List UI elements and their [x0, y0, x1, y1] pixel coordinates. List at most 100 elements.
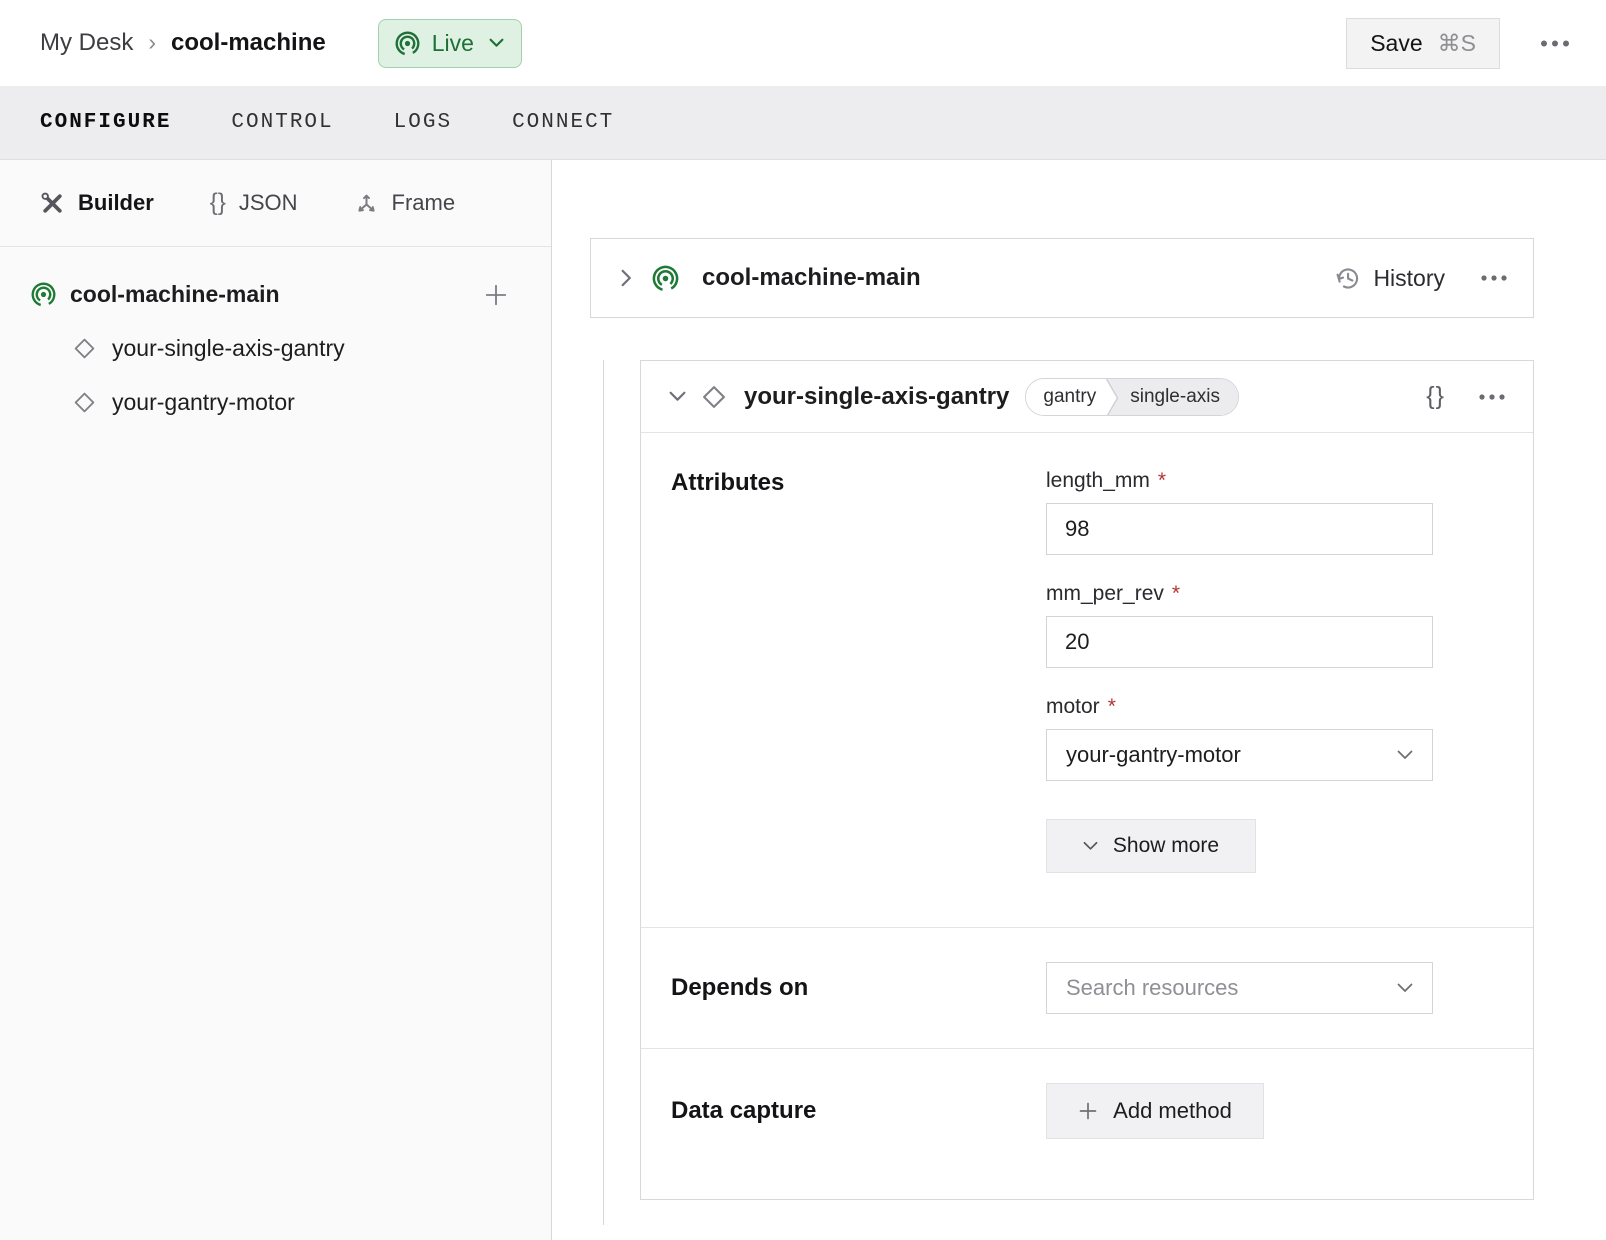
machine-part-card: cool-machine-main History	[590, 238, 1534, 318]
live-status-label: Live	[432, 30, 474, 57]
chevron-down-icon	[1083, 841, 1098, 851]
required-asterisk: *	[1158, 469, 1166, 493]
add-method-label: Add method	[1113, 1098, 1232, 1124]
motor-select-value: your-gantry-motor	[1066, 742, 1241, 768]
view-frame[interactable]: Frame	[354, 190, 456, 216]
add-method-button[interactable]: Add method	[1046, 1083, 1264, 1139]
field-label: motor *	[1046, 695, 1433, 719]
live-status-dropdown[interactable]: Live	[378, 19, 522, 68]
view-json[interactable]: {} JSON	[210, 189, 298, 217]
tree-item-machine-part[interactable]: cool-machine-main	[30, 281, 509, 308]
breadcrumb-machine-name: cool-machine	[171, 29, 326, 57]
component-title: your-single-axis-gantry	[744, 383, 1009, 411]
depends-on-search-select[interactable]: Search resources	[1046, 962, 1433, 1014]
field-label-text: motor	[1046, 695, 1100, 719]
live-signal-icon	[30, 281, 57, 308]
live-signal-icon	[651, 264, 680, 293]
machine-tab-bar: CONFIGURE CONTROL LOGS CONNECT	[0, 86, 1606, 160]
tree-item-gantry[interactable]: your-single-axis-gantry	[30, 335, 509, 362]
tree-item-label: your-single-axis-gantry	[112, 335, 345, 362]
history-button[interactable]: History	[1334, 265, 1445, 292]
tree-item-motor[interactable]: your-gantry-motor	[30, 389, 509, 416]
motor-select[interactable]: your-gantry-motor	[1046, 729, 1433, 781]
tab-configure[interactable]: CONFIGURE	[40, 111, 171, 134]
plus-icon	[1078, 1101, 1098, 1121]
save-button[interactable]: Save ⌘S	[1346, 18, 1500, 69]
topbar-right: Save ⌘S	[1346, 18, 1570, 69]
badge-model-label: single-axis	[1120, 379, 1238, 415]
tree-item-label: your-gantry-motor	[112, 389, 295, 416]
history-clock-icon	[1334, 265, 1361, 292]
field-label-text: mm_per_rev	[1046, 582, 1164, 606]
view-json-label: JSON	[239, 190, 298, 216]
badge-type-label: gantry	[1026, 379, 1105, 415]
badge-chevron-divider	[1105, 379, 1120, 415]
gantry-component-card: your-single-axis-gantry gantry single-ax…	[640, 360, 1534, 1200]
depends-on-placeholder: Search resources	[1066, 975, 1238, 1001]
attributes-fields: length_mm * mm_per_rev *	[1046, 469, 1433, 873]
tools-icon	[40, 191, 65, 216]
save-label: Save	[1370, 30, 1422, 57]
view-builder-label: Builder	[78, 190, 154, 216]
json-toggle-braces-icon[interactable]: {}	[1426, 382, 1445, 411]
top-bar: My Desk › cool-machine Live Save ⌘S	[0, 0, 1606, 86]
chevron-down-icon	[489, 38, 504, 48]
component-diamond-icon	[72, 390, 97, 415]
view-builder[interactable]: Builder	[40, 190, 154, 216]
field-length-mm: length_mm *	[1046, 469, 1433, 555]
chevron-down-icon	[1397, 750, 1413, 760]
machine-part-title: cool-machine-main	[702, 264, 921, 292]
data-capture-fields: Add method	[1046, 1083, 1433, 1139]
length-mm-input[interactable]	[1046, 503, 1433, 555]
component-diamond-icon	[700, 383, 728, 411]
attributes-section: Attributes length_mm * mm_per_rev	[641, 433, 1533, 928]
save-shortcut-hint: ⌘S	[1438, 30, 1476, 57]
breadcrumb-parent[interactable]: My Desk	[40, 29, 133, 57]
braces-icon: {}	[210, 189, 226, 217]
field-label: mm_per_rev *	[1046, 582, 1433, 606]
data-capture-heading: Data capture	[671, 1097, 1046, 1125]
topbar-left: My Desk › cool-machine Live	[40, 19, 522, 68]
field-label-text: length_mm	[1046, 469, 1150, 493]
chevron-down-icon	[1397, 983, 1413, 993]
component-diamond-icon	[72, 336, 97, 361]
tab-control[interactable]: CONTROL	[231, 111, 333, 134]
component-card-actions: {}	[1426, 382, 1505, 411]
component-type-badge: gantry single-axis	[1025, 378, 1239, 416]
add-component-plus-icon[interactable]	[483, 282, 509, 308]
chevron-right-icon[interactable]	[621, 269, 632, 287]
config-sidebar: Builder {} JSON Frame	[0, 160, 552, 1240]
show-more-button[interactable]: Show more	[1046, 819, 1256, 873]
breadcrumb-separator: ›	[148, 29, 156, 56]
history-label: History	[1373, 265, 1445, 292]
chevron-down-icon[interactable]	[669, 391, 686, 402]
config-view-switcher: Builder {} JSON Frame	[0, 160, 551, 247]
depends-on-fields: Search resources	[1046, 962, 1433, 1014]
live-signal-icon	[394, 30, 421, 57]
component-menu-ellipsis-icon[interactable]	[1479, 394, 1505, 400]
mm-per-rev-input[interactable]	[1046, 616, 1433, 668]
view-frame-label: Frame	[392, 190, 456, 216]
content-area: Builder {} JSON Frame	[0, 160, 1606, 1240]
data-capture-section: Data capture Add method	[641, 1049, 1533, 1199]
depends-on-section: Depends on Search resources	[641, 928, 1533, 1049]
attributes-heading: Attributes	[671, 469, 1046, 873]
required-asterisk: *	[1108, 695, 1116, 719]
depends-on-heading: Depends on	[671, 974, 1046, 1002]
machine-menu-ellipsis-icon[interactable]	[1540, 40, 1570, 47]
tab-connect[interactable]: CONNECT	[512, 111, 614, 134]
part-menu-ellipsis-icon[interactable]	[1481, 275, 1507, 281]
field-mm-per-rev: mm_per_rev *	[1046, 582, 1433, 668]
machine-card-actions: History	[1334, 265, 1507, 292]
field-label: length_mm *	[1046, 469, 1433, 493]
required-asterisk: *	[1172, 582, 1180, 606]
component-card-wrapper: your-single-axis-gantry gantry single-ax…	[590, 360, 1534, 1200]
breadcrumb: My Desk › cool-machine	[40, 29, 326, 57]
tree-item-label: cool-machine-main	[70, 281, 470, 308]
frame-axes-icon	[354, 191, 379, 216]
resource-tree: cool-machine-main your-single-axis-gantr…	[0, 247, 551, 416]
field-motor: motor * your-gantry-motor	[1046, 695, 1433, 781]
config-main-panel: cool-machine-main History	[552, 160, 1606, 1240]
component-card-header: your-single-axis-gantry gantry single-ax…	[641, 361, 1533, 433]
tab-logs[interactable]: LOGS	[394, 111, 452, 134]
